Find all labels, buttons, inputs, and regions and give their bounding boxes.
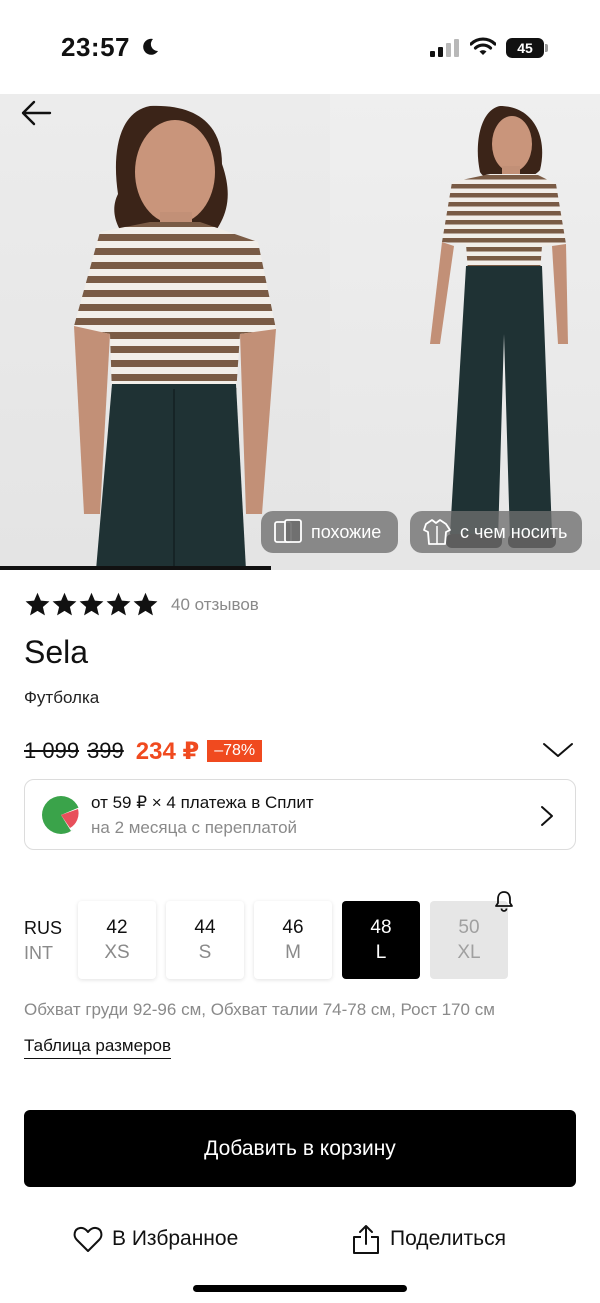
wear-with-label: с чем носить [460,521,568,542]
size-measurements: Обхват груди 92-96 см, Обхват талии 74-7… [24,1000,495,1019]
size-int-value: S [198,942,212,963]
product-photo-front[interactable] [0,94,330,570]
size-system-labels: RUS INT [24,916,62,966]
split-logo-icon [42,796,81,834]
size-option-46[interactable]: 46 M [254,901,332,979]
add-to-favorites-button[interactable]: В Избранное [72,1221,238,1257]
favorites-label: В Избранное [112,1227,239,1250]
wear-with-button[interactable]: с чем носить [410,511,582,553]
size-int-value: XS [104,942,130,963]
cards-icon [274,519,302,543]
rating[interactable]: 40 отзывов [24,591,259,618]
split-offer-title: от 59 ₽ × 4 платежа в Сплит [91,793,314,812]
similar-button[interactable]: похожие [261,511,398,553]
size-table-link[interactable]: Таблица размеров [24,1036,171,1059]
size-int-value: M [285,942,301,963]
product-category: Футболка [24,688,100,707]
wifi-icon [470,37,496,55]
home-indicator[interactable] [193,1285,407,1292]
size-rus-value: 48 [370,917,392,938]
cellular-signal-icon [430,39,459,57]
star-icon [79,592,104,616]
size-rus-value: 42 [106,917,128,938]
chevron-right-icon [541,806,553,826]
star-icon [25,592,50,616]
chevron-down-icon[interactable] [542,741,574,759]
rating-stars [24,591,159,618]
share-button[interactable]: Поделиться [350,1221,506,1257]
brand-name[interactable]: Sela [24,634,88,671]
star-icon [52,592,77,616]
size-label-rus: RUS [24,918,63,938]
size-int-value: L [375,942,387,963]
product-photo-full[interactable] [330,94,600,570]
split-payment-card[interactable]: от 59 ₽ × 4 платежа в Сплит на 2 месяца … [24,779,576,850]
discount-badge: –78% [207,740,263,762]
status-time: 23:57 [61,32,130,62]
size-rus-value: 46 [282,917,304,938]
current-price: 234 ₽ [135,737,200,765]
battery-level: 45 [506,38,544,58]
share-label: Поделиться [390,1227,506,1250]
similar-label: похожие [311,521,382,542]
share-icon [353,1225,379,1254]
moon-icon [143,38,158,55]
size-option-44[interactable]: 44 S [166,901,244,979]
star-icon [133,592,158,616]
size-option-48-selected[interactable]: 48 L [342,901,420,979]
gallery-progress-bar [0,566,271,570]
size-rus-value: 50 [458,917,480,938]
size-option-50-unavailable[interactable]: 50 XL [430,901,508,979]
old-price-previous: 399 [87,738,124,763]
product-gallery[interactable] [0,94,600,570]
size-rus-value: 44 [194,917,216,938]
status-bar: 23:57 45 [0,0,600,94]
back-arrow-icon[interactable] [20,100,52,126]
outfit-icon [423,519,451,545]
battery-icon: 45 [506,38,548,58]
bell-icon[interactable] [493,890,515,912]
add-to-cart-button[interactable]: Добавить в корзину [24,1110,576,1187]
heart-icon [73,1226,103,1252]
battery-cap [545,44,548,52]
split-offer-subtitle: на 2 месяца с переплатой [91,818,298,837]
reviews-count[interactable]: 40 отзывов [171,595,259,615]
size-option-42[interactable]: 42 XS [78,901,156,979]
old-price-original: 1 099 [24,738,80,763]
size-int-value: XL [457,942,481,963]
star-icon [106,592,131,616]
size-label-int: INT [24,943,53,963]
price-row: 1 099 399 234 ₽ –78% [24,736,263,766]
